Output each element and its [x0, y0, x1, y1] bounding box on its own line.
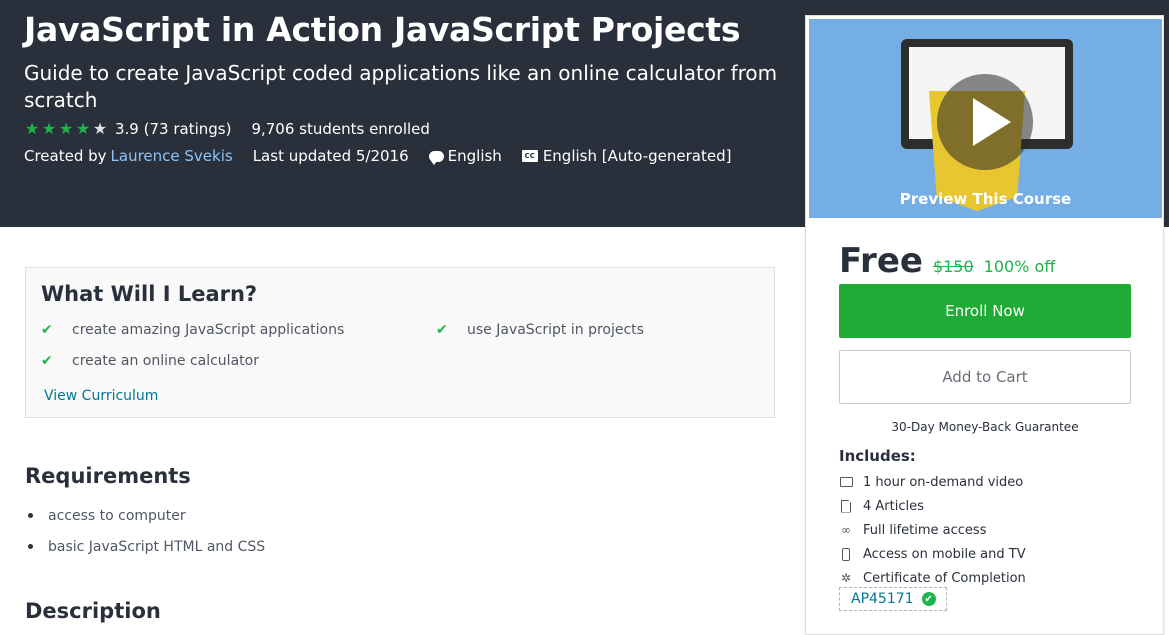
mobile-icon [839, 547, 853, 561]
add-to-cart-button[interactable]: Add to Cart [839, 350, 1131, 404]
rating-text[interactable]: 3.9 (73 ratings) [115, 120, 231, 138]
includes-title: Includes: [839, 447, 916, 465]
coupon-code[interactable]: AP45171 ✔ [839, 587, 947, 611]
last-updated: Last updated 5/2016 [252, 147, 409, 165]
learn-title: What Will I Learn? [41, 282, 258, 306]
discount-label: 100% off [983, 257, 1056, 276]
what-will-i-learn: What Will I Learn? ✔ create amazing Java… [25, 267, 775, 418]
view-curriculum-link[interactable]: View Curriculum [44, 388, 158, 404]
course-meta: Created by Laurence Svekis Last updated … [24, 146, 731, 166]
list-item: Access on mobile and TV [839, 542, 1026, 566]
preview-label[interactable]: Preview This Course [809, 190, 1162, 208]
rating-row: ★ ★ ★ ★ ★ 3.9 (73 ratings) 9,706 student… [24, 119, 430, 139]
speech-bubble-icon [428, 150, 444, 165]
learn-item: ✔ create an online calculator [41, 353, 259, 369]
description-title: Description [25, 599, 161, 623]
created-by-label: Created by [24, 147, 107, 165]
list-item: ∞ Full lifetime access [841, 522, 987, 538]
star-icon: ★ [41, 119, 57, 138]
certificate-icon: ✲ [840, 571, 852, 585]
course-subtitle: Guide to create JavaScript coded applica… [24, 61, 778, 112]
star-icon: ★ [58, 119, 74, 138]
check-icon: ✔ [436, 322, 448, 338]
enrolled-count: 9,706 students enrolled [251, 120, 430, 138]
purchase-sidebar: Preview This Course Free $150 100% off E… [805, 15, 1164, 635]
course-language: English [447, 147, 502, 165]
list-item: 4 Articles [839, 494, 1026, 518]
enroll-now-button[interactable]: Enroll Now [839, 284, 1131, 338]
current-price: Free [839, 241, 923, 281]
bullet-icon [28, 513, 33, 518]
check-circle-icon: ✔ [921, 592, 936, 606]
learn-item: ✔ use JavaScript in projects [436, 322, 644, 338]
requirements-list: access to computer basic JavaScript HTML… [25, 500, 265, 562]
course-title: JavaScript in Action JavaScript Projects [24, 10, 741, 49]
check-icon: ✔ [41, 322, 53, 338]
learn-item: ✔ create amazing JavaScript applications [41, 322, 345, 338]
list-item: 1 hour on-demand video [839, 470, 1026, 494]
author-link[interactable]: Laurence Svekis [111, 147, 233, 165]
coupon-code-text: AP45171 [851, 591, 914, 607]
original-price: $150 [932, 257, 974, 276]
closed-captions-icon: CC [521, 150, 538, 162]
money-back-guarantee: 30-Day Money-Back Guarantee [891, 420, 1079, 434]
bullet-icon [28, 544, 33, 549]
check-icon: ✔ [41, 353, 53, 369]
course-captions: English [Auto-generated] [542, 147, 732, 165]
infinity-icon: ∞ [841, 523, 851, 537]
rating-stars: ★ ★ ★ ★ ★ [24, 121, 109, 137]
star-icon: ★ [92, 119, 108, 138]
file-icon [839, 499, 853, 513]
requirements-title: Requirements [25, 464, 191, 488]
video-icon [839, 475, 853, 489]
includes-list: 1 hour on-demand video 4 Articles ∞ Full… [839, 470, 1026, 590]
course-preview[interactable]: Preview This Course [809, 19, 1162, 218]
star-icon: ★ [24, 119, 40, 138]
list-item: basic JavaScript HTML and CSS [25, 531, 265, 562]
play-icon[interactable] [937, 74, 1033, 170]
star-icon: ★ [75, 119, 91, 138]
price-row: Free $150 100% off [839, 241, 1055, 281]
list-item: access to computer [25, 500, 265, 531]
